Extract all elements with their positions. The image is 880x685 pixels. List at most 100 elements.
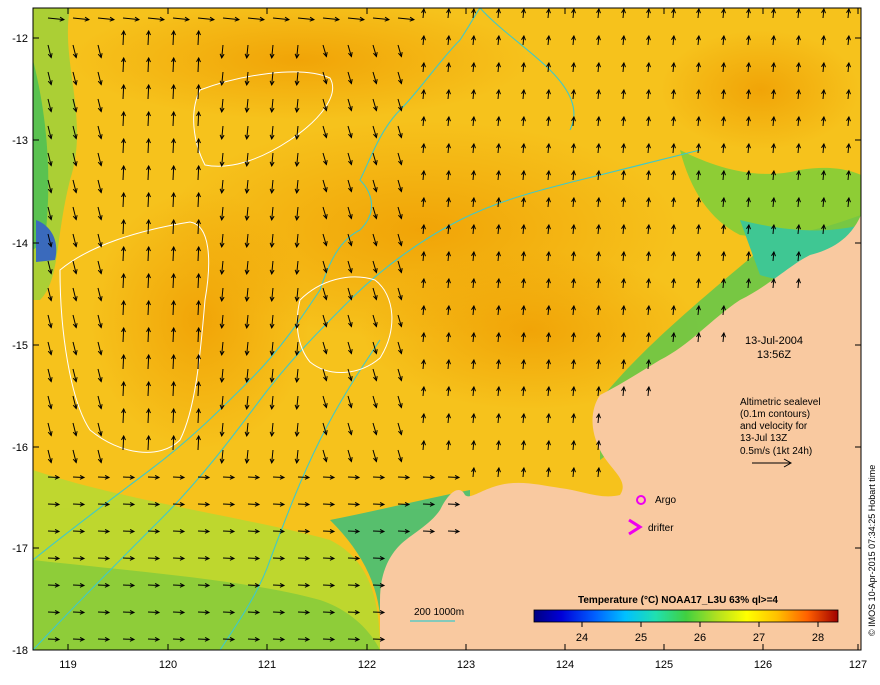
velocity-arrow <box>147 408 150 424</box>
velocity-arrow <box>122 273 125 289</box>
velocity-arrow <box>147 84 150 100</box>
velocity-arrow <box>197 246 200 262</box>
velocity-arrow <box>122 219 125 235</box>
colorbar-tick-label: 25 <box>635 632 647 644</box>
velocity-arrow <box>197 165 200 181</box>
argo-label: Argo <box>655 495 677 506</box>
velocity-arrow <box>172 300 175 316</box>
velocity-arrow <box>147 219 150 235</box>
lat-tick-label: -14 <box>12 238 28 250</box>
velocity-arrow <box>147 435 150 451</box>
lat-tick-label: -17 <box>12 543 28 555</box>
colorbar-tick-label: 24 <box>576 632 588 644</box>
velocity-arrow <box>147 354 150 370</box>
colorbar-tick-label: 28 <box>812 632 824 644</box>
velocity-arrow <box>122 246 125 262</box>
velocity-arrow <box>147 381 150 397</box>
velocity-arrow <box>122 84 125 100</box>
velocity-arrow <box>147 165 150 181</box>
velocity-arrow <box>147 30 150 46</box>
lon-tick-label: 119 <box>59 659 77 671</box>
velocity-arrow <box>172 111 175 127</box>
velocity-arrow <box>122 435 125 451</box>
velocity-arrow <box>197 192 200 208</box>
sst-map: 119 120 121 122 123 124 125 126 127 -12 … <box>0 0 880 680</box>
lat-tick-label: -18 <box>12 645 28 657</box>
velocity-arrow <box>172 381 175 397</box>
velocity-arrow <box>197 219 200 235</box>
velocity-arrow <box>172 273 175 289</box>
velocity-arrow <box>172 165 175 181</box>
lon-tick-label: 123 <box>457 659 475 671</box>
info-line: 13-Jul 13Z <box>740 433 787 444</box>
velocity-arrow <box>197 408 200 424</box>
colorbar-tick-label: 27 <box>753 632 765 644</box>
velocity-arrow <box>147 327 150 343</box>
velocity-arrow <box>197 138 200 154</box>
info-line: Altimetric sealevel <box>740 397 821 408</box>
lon-tick-label: 126 <box>754 659 772 671</box>
velocity-arrow <box>197 327 200 343</box>
velocity-arrow <box>147 138 150 154</box>
velocity-arrow <box>197 111 200 127</box>
velocity-arrow <box>172 219 175 235</box>
velocity-arrow <box>197 84 200 100</box>
velocity-arrow <box>197 57 200 73</box>
velocity-arrow <box>172 435 175 451</box>
velocity-arrow <box>122 165 125 181</box>
lat-tick-label: -15 <box>12 340 28 352</box>
velocity-arrow <box>122 327 125 343</box>
drifter-label: drifter <box>648 523 674 534</box>
lon-tick-label: 124 <box>556 659 574 671</box>
velocity-arrow <box>147 192 150 208</box>
info-line: 0.5m/s (1kt 24h) <box>740 446 812 457</box>
velocity-arrow <box>147 57 150 73</box>
lat-tick-labels: -12 -13 -14 -15 -16 -17 -18 <box>12 33 28 657</box>
velocity-arrow <box>172 327 175 343</box>
velocity-arrow <box>122 192 125 208</box>
plot-area <box>33 8 861 650</box>
velocity-arrow <box>172 84 175 100</box>
velocity-arrow <box>197 300 200 316</box>
velocity-arrow <box>172 246 175 262</box>
velocity-arrow <box>122 138 125 154</box>
isobath-legend-label: 200 1000m <box>414 607 464 618</box>
lon-tick-label: 122 <box>358 659 376 671</box>
lon-tick-labels: 119 120 121 122 123 124 125 126 127 <box>59 659 867 671</box>
velocity-arrow <box>147 111 150 127</box>
date-text: 13-Jul-2004 <box>745 335 803 347</box>
velocity-arrow <box>122 408 125 424</box>
map-canvas: 119 120 121 122 123 124 125 126 127 -12 … <box>12 7 877 671</box>
velocity-arrow <box>122 381 125 397</box>
lon-tick-label: 127 <box>849 659 867 671</box>
velocity-arrow <box>172 354 175 370</box>
velocity-arrow <box>197 30 200 46</box>
colorbar-title: Temperature (°C) NOAA17_L3U 63% ql>=4 <box>578 595 778 606</box>
info-line: (0.1m contours) <box>740 409 810 420</box>
time-text: 13:56Z <box>757 349 792 361</box>
lat-tick-label: -12 <box>12 33 28 45</box>
velocity-arrow <box>197 273 200 289</box>
velocity-arrow <box>122 30 125 46</box>
velocity-arrow <box>172 408 175 424</box>
info-line: and velocity for <box>740 421 808 432</box>
velocity-arrow <box>122 354 125 370</box>
lat-tick-label: -13 <box>12 135 28 147</box>
velocity-arrow <box>147 273 150 289</box>
velocity-arrow <box>172 30 175 46</box>
credit-text: © IMOS 10-Apr-2015 07:34:25 Hobart time <box>867 465 877 636</box>
lon-tick-label: 120 <box>159 659 177 671</box>
velocity-arrow <box>172 138 175 154</box>
velocity-arrow <box>122 111 125 127</box>
lat-tick-label: -16 <box>12 442 28 454</box>
colorbar-tick-label: 26 <box>694 632 706 644</box>
colorbar <box>533 609 839 623</box>
velocity-arrow <box>147 246 150 262</box>
lon-tick-label: 121 <box>258 659 276 671</box>
velocity-arrow <box>172 57 175 73</box>
velocity-arrow <box>122 300 125 316</box>
velocity-arrow <box>147 300 150 316</box>
velocity-arrow <box>197 435 200 451</box>
lon-tick-label: 125 <box>655 659 673 671</box>
velocity-arrow <box>122 57 125 73</box>
